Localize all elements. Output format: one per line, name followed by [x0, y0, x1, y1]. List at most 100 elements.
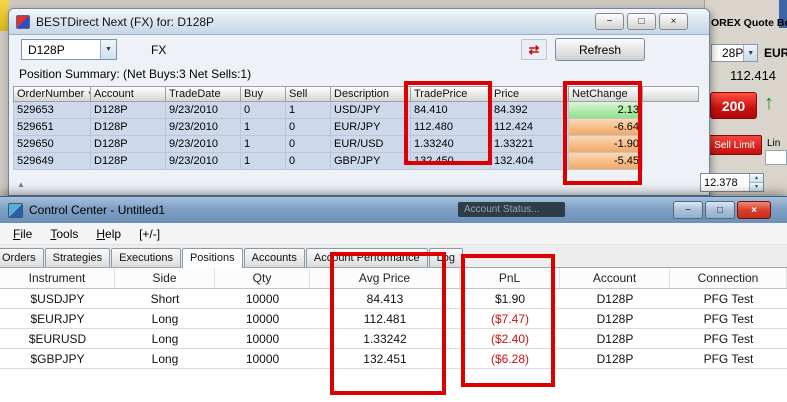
cell-connection: PFG Test	[703, 331, 754, 346]
tab-positions[interactable]: Positions	[181, 248, 243, 268]
cell-account: D128P	[596, 331, 634, 346]
control-center-title: Control Center - Untitled1	[29, 203, 166, 217]
column-header-qty[interactable]: Qty	[215, 268, 310, 288]
cell-order-number: 529651	[13, 119, 91, 136]
desktop: OREX Quote Board 28P ▼ EUR 112.414 200 ↑…	[0, 0, 787, 402]
minimize-icon[interactable]: −	[673, 201, 703, 219]
annotation-tradeprice-highlight	[404, 81, 492, 165]
sell-limit-button[interactable]: Sell Limit	[707, 135, 762, 155]
cell-order-number: 529653	[13, 102, 91, 119]
spinner-buttons: ▲ ▼	[749, 174, 763, 191]
cell-instrument: $GBPJPY	[30, 351, 85, 366]
cell-trade-date: 9/23/2010	[166, 102, 241, 119]
menu-tools[interactable]: Tools	[41, 225, 87, 243]
limit-type-input[interactable]	[765, 150, 787, 165]
window-controls: − □ ×	[595, 13, 688, 30]
close-icon[interactable]: ×	[737, 201, 771, 219]
control-center-titlebar[interactable]: Control Center - Untitled1 Account Statu…	[0, 197, 787, 223]
cell-connection: PFG Test	[703, 351, 754, 366]
quote-board-account-dropdown[interactable]: 28P ▼	[711, 44, 758, 62]
column-header-account[interactable]: Account	[91, 86, 166, 102]
cell-instrument: $EURJPY	[30, 311, 85, 326]
cell-trade-date: 9/23/2010	[166, 119, 241, 136]
cell-buy: 1	[241, 119, 286, 136]
column-header-sell[interactable]: Sell	[286, 86, 331, 102]
tab-orders[interactable]: Orders	[0, 248, 44, 267]
scroll-up-icon[interactable]: ▲	[17, 180, 25, 189]
cell-side: Short	[150, 291, 180, 306]
cell-qty: 10000	[245, 351, 280, 366]
cell-instrument: $EURUSD	[28, 331, 87, 346]
cell-account: D128P	[91, 136, 166, 153]
close-icon[interactable]: ×	[659, 13, 688, 30]
cell-account: D128P	[596, 351, 634, 366]
cell-order-number: 529649	[13, 153, 91, 170]
column-header-ordernumber[interactable]: OrderNumber ▼	[13, 86, 91, 102]
refresh-button[interactable]: Refresh	[555, 38, 645, 61]
cell-order-number: 529650	[13, 136, 91, 153]
disconnect-icon: ⇄	[528, 42, 540, 57]
forex-quote-board-panel: OREX Quote Board 28P ▼ EUR 112.414 200 ↑…	[704, 0, 787, 196]
cell-trade-date: 9/23/2010	[166, 153, 241, 170]
spinner-down-icon[interactable]: ▼	[749, 183, 763, 191]
column-header-instrument[interactable]: Instrument	[0, 268, 115, 288]
currency-pair-label: EUR	[764, 46, 787, 60]
cell-description: GBP/JPY	[331, 153, 411, 170]
cell-instrument: $USDJPY	[30, 291, 85, 306]
quote-board-account-value: 28P	[722, 46, 744, 60]
cell-side: Long	[151, 351, 179, 366]
cell-buy: 1	[241, 136, 286, 153]
cell-price: 84.392	[491, 102, 569, 119]
column-header-label: OrderNumber	[17, 88, 85, 100]
column-header-filler	[643, 86, 699, 102]
cell-qty: 10000	[245, 291, 280, 306]
column-header-buy[interactable]: Buy	[241, 86, 286, 102]
maximize-icon[interactable]: □	[627, 13, 656, 30]
trade-size-button[interactable]: 200	[710, 92, 757, 119]
cell-price: 112.424	[491, 119, 569, 136]
cell-qty: 10000	[245, 311, 280, 326]
account-dropdown[interactable]: D128P ▼	[21, 39, 117, 60]
column-header-account[interactable]: Account	[560, 268, 670, 288]
chevron-down-icon[interactable]: ▼	[743, 45, 757, 61]
maximize-icon[interactable]: □	[705, 201, 735, 219]
bestdirect-window-title: BESTDirect Next (FX) for: D128P	[36, 14, 215, 29]
price-up-arrow-icon: ↑	[764, 92, 774, 114]
column-header-tradedate[interactable]: TradeDate	[166, 86, 241, 102]
quote-board-title: OREX Quote Board	[711, 17, 787, 29]
limit-price-spinner[interactable]: 12.378 ▲ ▼	[700, 173, 764, 192]
minimize-icon[interactable]: −	[595, 13, 624, 30]
column-header-side[interactable]: Side	[115, 268, 215, 288]
cell-sell: 1	[286, 102, 331, 119]
limit-price-value: 12.378	[704, 176, 738, 189]
cell-account: D128P	[91, 153, 166, 170]
tab-accounts[interactable]: Accounts	[243, 248, 305, 267]
menu-file[interactable]: File	[4, 225, 41, 243]
annotation-netchange-highlight	[563, 81, 642, 185]
bestdirect-titlebar[interactable]: BESTDirect Next (FX) for: D128P − □ ×	[9, 9, 709, 35]
disconnect-button[interactable]: ⇄	[521, 39, 547, 60]
tab-strategies[interactable]: Strategies	[44, 248, 111, 267]
cell-connection: PFG Test	[703, 311, 754, 326]
column-header-connection[interactable]: Connection	[670, 268, 787, 288]
cell-qty: 10000	[245, 331, 280, 346]
cell-account: D128P	[91, 102, 166, 119]
column-header-description[interactable]: Description	[331, 86, 411, 102]
spinner-up-icon[interactable]: ▲	[749, 174, 763, 183]
limit-type-label: Lin	[767, 138, 781, 149]
cell-account: D128P	[91, 119, 166, 136]
column-header-price[interactable]: Price	[491, 86, 569, 102]
cell-side: Long	[151, 311, 179, 326]
cell-price: 1.33221	[491, 136, 569, 153]
cell-price: 132.404	[491, 153, 569, 170]
chevron-down-icon[interactable]: ▼	[100, 40, 116, 59]
menu-bar: File Tools Help [+/-]	[0, 223, 787, 245]
tab-executions[interactable]: Executions	[111, 248, 181, 267]
menu-plus-minus[interactable]: [+/-]	[130, 225, 169, 243]
cell-account: D128P	[596, 311, 634, 326]
menu-help[interactable]: Help	[87, 225, 130, 243]
cell-trade-date: 9/23/2010	[166, 136, 241, 153]
quote-price-value: 112.414	[730, 68, 777, 83]
cell-sell: 0	[286, 136, 331, 153]
cell-side: Long	[151, 331, 179, 346]
